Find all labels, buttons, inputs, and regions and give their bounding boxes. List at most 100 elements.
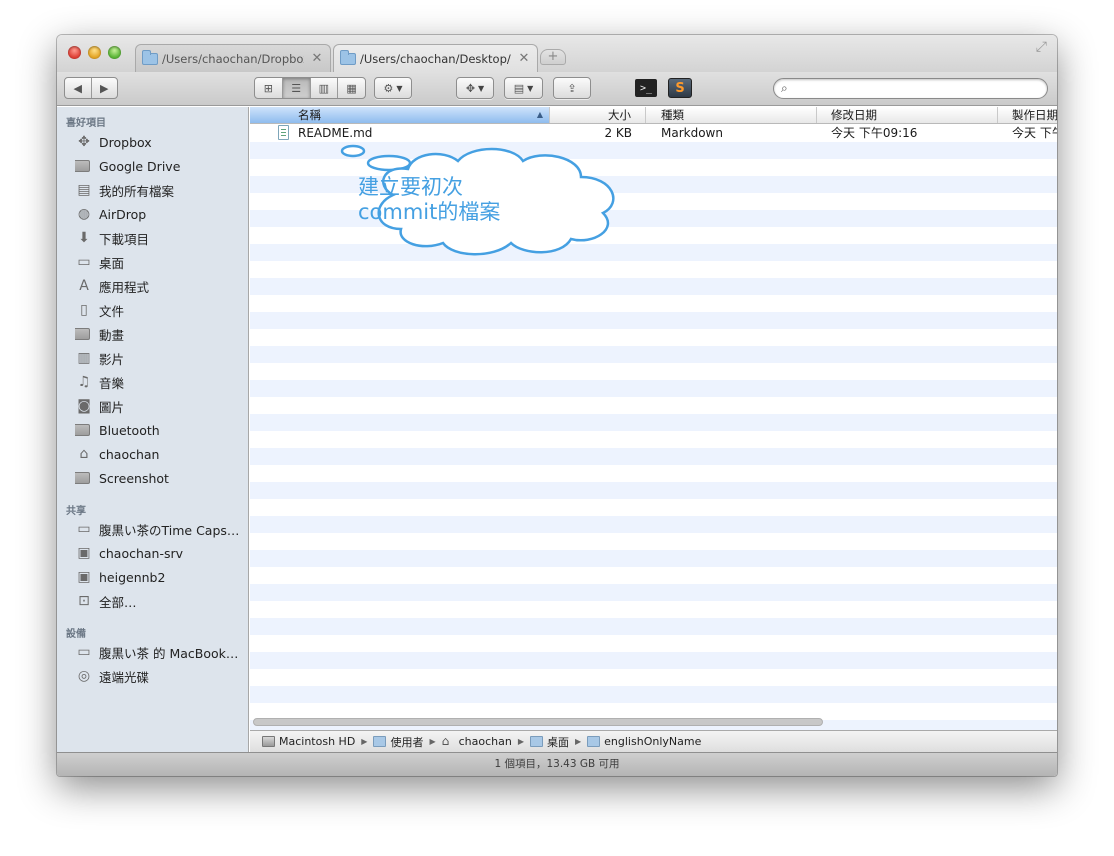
- annotation-line-2: commit的檔案: [358, 200, 501, 224]
- arrange-icon: ▤: [513, 81, 525, 95]
- search-field[interactable]: ⌕: [773, 78, 1048, 99]
- airdrop-icon: ◍: [77, 206, 91, 222]
- sidebar-item-applications[interactable]: A 應用程式: [75, 274, 247, 298]
- terminal-icon[interactable]: >_: [635, 79, 657, 97]
- dropbox-icon: ✥: [78, 134, 90, 150]
- sidebar-item-heigennb2[interactable]: ▣ heigennb2: [75, 565, 247, 589]
- folder-icon: [340, 49, 356, 65]
- close-window-button[interactable]: [68, 46, 81, 59]
- sidebar-item-all-files[interactable]: ▤ 我的所有檔案: [75, 178, 247, 202]
- column-kind[interactable]: 種類: [646, 107, 817, 123]
- path-item-englishonlyname[interactable]: englishOnlyName: [587, 735, 701, 748]
- monitor-icon: ▣: [77, 545, 91, 561]
- markdown-file-icon: [278, 125, 289, 140]
- tab-close-icon[interactable]: ✕: [517, 51, 531, 66]
- sublime-text-icon[interactable]: S: [668, 78, 692, 98]
- folder-icon: [75, 328, 90, 340]
- chevron-right-icon: ▶: [575, 737, 582, 746]
- list-view-button[interactable]: ☰: [282, 78, 311, 98]
- share-button[interactable]: ⇪: [553, 77, 591, 99]
- view-mode-selector: ⊞ ☰ ▥ ▦: [254, 77, 366, 99]
- folder-icon: [75, 472, 90, 484]
- dropbox-menu-button[interactable]: ✥ ▼: [456, 77, 494, 99]
- column-created[interactable]: 製作日期: [998, 107, 1057, 123]
- folder-icon: [142, 49, 158, 65]
- coverflow-view-button[interactable]: ▦: [338, 78, 365, 98]
- status-bar: 1 個項目，13.43 GB 可用: [57, 752, 1057, 776]
- grid-icon: ⊞: [263, 81, 273, 95]
- sidebar-item-google-drive[interactable]: Google Drive: [75, 154, 247, 178]
- annotation-line-1: 建立要初次: [358, 175, 463, 199]
- sidebar-item-bluetooth[interactable]: Bluetooth: [75, 418, 247, 442]
- tab-desktop[interactable]: /Users/chaochan/Desktop/ ✕: [333, 44, 538, 72]
- tab-label: /Users/chaochan/Dropbox/: [162, 51, 304, 66]
- sidebar-item-music[interactable]: ♫ 音樂: [75, 370, 247, 394]
- back-button[interactable]: ◀: [65, 78, 92, 98]
- folder-icon: [587, 736, 601, 747]
- sidebar-item-pictures[interactable]: ◙ 圖片: [75, 394, 247, 418]
- hard-drive-icon: [262, 736, 275, 747]
- path-item-users[interactable]: 使用者 ▶: [373, 734, 441, 750]
- sidebar-section-devices: 設備: [66, 629, 86, 640]
- sidebar-item-screenshot[interactable]: Screenshot: [75, 466, 247, 490]
- folder-icon: [530, 736, 543, 747]
- annotation-text: 建立要初次 commit的檔案: [358, 175, 500, 225]
- sidebar-section-favorites: 喜好項目: [66, 118, 106, 129]
- new-tab-button[interactable]: +: [540, 49, 566, 65]
- path-item-desktop[interactable]: 桌面 ▶: [530, 734, 587, 750]
- sidebar-item-documents[interactable]: ▯ 文件: [75, 298, 247, 322]
- chevron-down-icon: ▼: [396, 83, 403, 93]
- horizontal-scrollbar[interactable]: [253, 718, 823, 726]
- tab-dropbox[interactable]: /Users/chaochan/Dropbox/ ✕: [135, 44, 331, 72]
- file-kind: Markdown: [661, 126, 723, 140]
- fullscreen-icon[interactable]: ⤢: [1036, 39, 1047, 55]
- sidebar-item-macbook[interactable]: ▭ 腹黒い茶 的 MacBook…: [75, 640, 247, 664]
- folder-icon: [75, 160, 90, 172]
- path-bar: Macintosh HD ▶ 使用者 ▶ ⌂ chaochan ▶ 桌面 ▶ englis…: [250, 730, 1057, 752]
- column-modified[interactable]: 修改日期: [817, 107, 998, 123]
- sidebar-item-animation[interactable]: 動畫: [75, 322, 247, 346]
- sidebar-item-chaochan-srv[interactable]: ▣ chaochan-srv: [75, 541, 247, 565]
- path-item-chaochan[interactable]: ⌂ chaochan ▶: [442, 735, 530, 748]
- home-icon: ⌂: [79, 446, 89, 462]
- column-view-button[interactable]: ▥: [311, 78, 339, 98]
- music-icon: ♫: [77, 374, 91, 390]
- sidebar-item-all-shared[interactable]: ⊡ 全部…: [75, 589, 247, 613]
- sidebar-item-movies[interactable]: ▥ 影片: [75, 346, 247, 370]
- zoom-window-button[interactable]: [108, 46, 121, 59]
- action-menu-button[interactable]: ⚙ ▼: [374, 77, 412, 99]
- chevron-right-icon: ▶: [429, 737, 436, 746]
- share-icon: ⇪: [567, 81, 577, 95]
- tab-close-icon[interactable]: ✕: [310, 51, 324, 66]
- columns-icon: ▥: [318, 81, 330, 95]
- sidebar-item-time-capsule[interactable]: ▭ 腹黒い茶のTime Caps…: [75, 517, 247, 541]
- coverflow-icon: ▦: [346, 81, 357, 95]
- monitor-icon: ▣: [77, 569, 91, 585]
- all-files-icon: ▤: [77, 182, 91, 198]
- sidebar-item-dropbox[interactable]: ✥ Dropbox: [75, 130, 247, 154]
- documents-icon: ▯: [80, 302, 88, 318]
- title-bar: /Users/chaochan/Dropbox/ ✕ /Users/chaoch…: [57, 35, 1057, 72]
- chevron-right-icon: ▶: [361, 737, 368, 746]
- home-icon: ⌂: [441, 734, 450, 748]
- arrange-menu-button[interactable]: ▤ ▼: [504, 77, 543, 99]
- file-modified: 今天 下午09:16: [831, 126, 918, 140]
- chevron-down-icon: ▼: [478, 83, 485, 93]
- search-icon: ⌕: [781, 81, 788, 95]
- sidebar-item-downloads[interactable]: ⬇ 下載項目: [75, 226, 247, 250]
- sidebar-item-home[interactable]: ⌂ chaochan: [75, 442, 247, 466]
- time-capsule-icon: ▭: [77, 521, 91, 537]
- applications-icon: A: [79, 278, 89, 294]
- gear-icon: ⚙: [383, 81, 394, 95]
- desktop-icon: ▭: [77, 254, 91, 270]
- tab-label: /Users/chaochan/Desktop/: [360, 51, 511, 66]
- minimize-window-button[interactable]: [88, 46, 101, 59]
- thought-bubble-small: [340, 144, 366, 158]
- sidebar-item-desktop[interactable]: ▭ 桌面: [75, 250, 247, 274]
- sidebar-item-remote-disc[interactable]: ◎ 遠端光碟: [75, 664, 247, 688]
- chevron-right-icon: ▶: [517, 737, 524, 746]
- path-item-macintosh-hd[interactable]: Macintosh HD ▶: [262, 735, 373, 748]
- icon-view-button[interactable]: ⊞: [255, 78, 283, 98]
- sidebar-item-airdrop[interactable]: ◍ AirDrop: [75, 202, 247, 226]
- forward-button[interactable]: ▶: [92, 78, 118, 98]
